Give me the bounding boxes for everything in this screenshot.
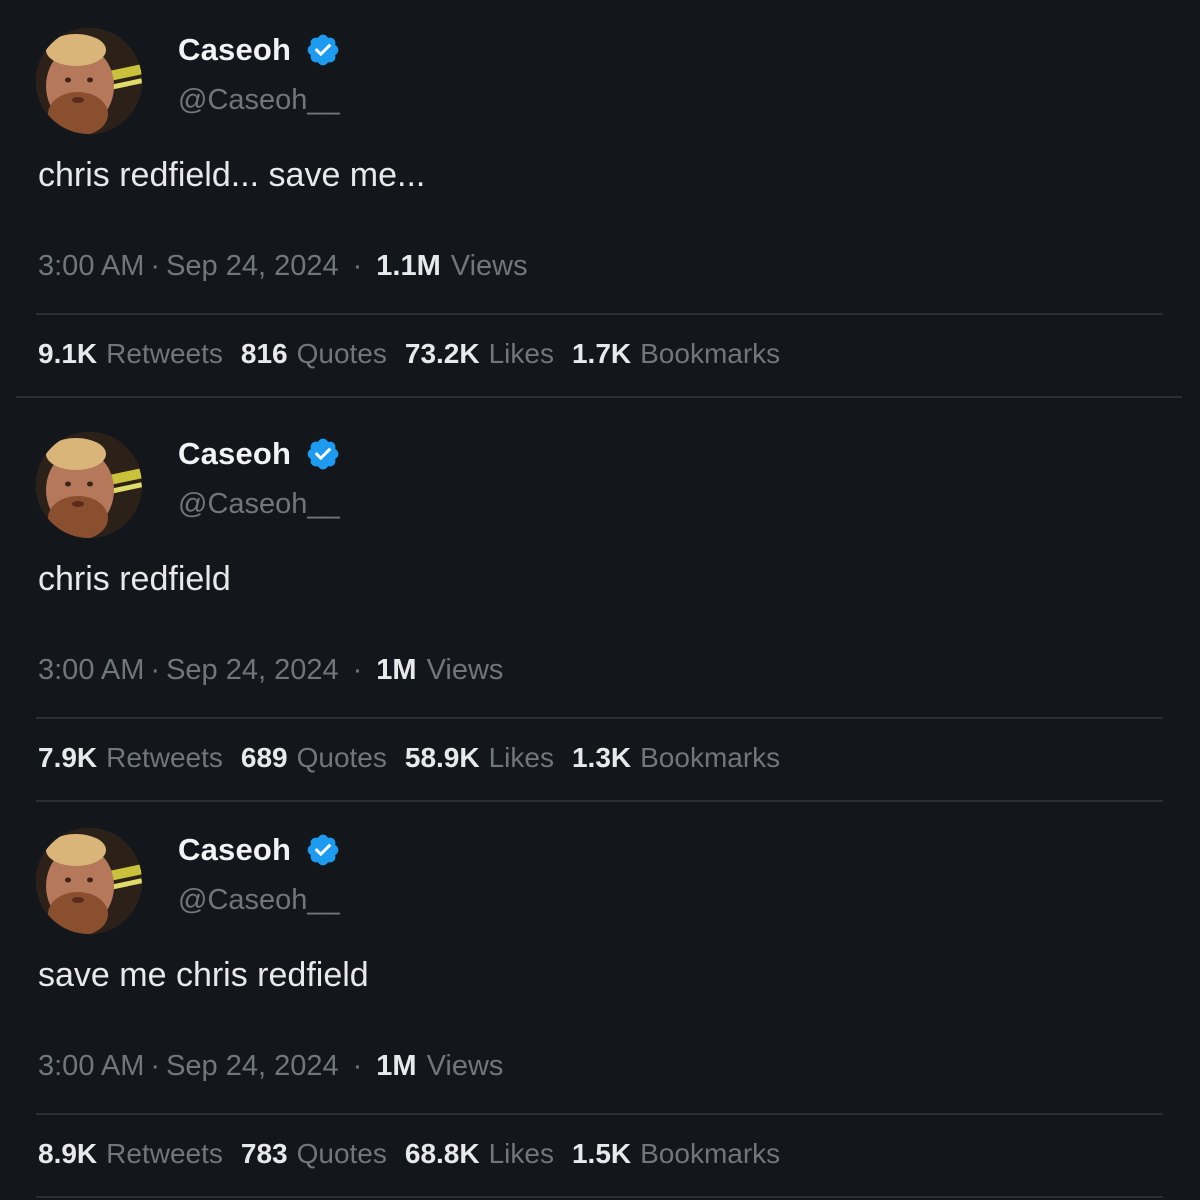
avatar-image — [36, 432, 142, 538]
meta-separator: · — [352, 1050, 363, 1082]
tweet-time[interactable]: 3:00 AM — [38, 1050, 144, 1083]
bookmarks-count: 1.3K — [571, 742, 632, 773]
views-count: 1M — [376, 654, 417, 686]
retweets-stat[interactable]: 9.1K Retweets — [38, 338, 223, 370]
display-name[interactable]: Caseoh — [178, 436, 341, 472]
retweets-stat[interactable]: 7.9K Retweets — [38, 742, 223, 774]
retweets-label: Retweets — [106, 742, 223, 773]
retweets-stat[interactable]: 8.9K Retweets — [38, 1138, 223, 1170]
likes-count: 58.9K — [404, 742, 480, 773]
tweet-text: save me chris redfield — [38, 956, 369, 994]
meta-separator: · — [150, 250, 161, 282]
bookmarks-label: Bookmarks — [640, 742, 781, 773]
handle[interactable]: @Caseoh__ — [178, 488, 340, 521]
views-label: Views — [426, 1050, 504, 1082]
tweet-date[interactable]: Sep 24, 2024 — [166, 654, 339, 687]
retweets-label: Retweets — [106, 338, 223, 369]
tweet-date[interactable]: Sep 24, 2024 — [166, 1050, 339, 1083]
tweet-meta: 3:00 AM · Sep 24, 2024 · 1M Views — [38, 1050, 503, 1083]
handle[interactable]: @Caseoh__ — [178, 884, 340, 917]
views-count: 1M — [376, 1050, 417, 1082]
quotes-count: 689 — [240, 742, 288, 773]
quotes-label: Quotes — [296, 742, 387, 773]
bookmarks-stat[interactable]: 1.3K Bookmarks — [572, 742, 780, 774]
bookmarks-stat[interactable]: 1.7K Bookmarks — [572, 338, 780, 370]
verified-badge-icon — [307, 438, 339, 470]
display-name-text[interactable]: Caseoh — [178, 436, 291, 472]
tweet-date[interactable]: Sep 24, 2024 — [166, 250, 339, 283]
retweets-count: 8.9K — [38, 1138, 98, 1169]
tweet-stats: 8.9K Retweets 783 Quotes 68.8K Likes 1.5K Bo… — [38, 1138, 798, 1170]
display-name-text[interactable]: Caseoh — [178, 832, 291, 868]
likes-label: Likes — [488, 742, 554, 773]
divider — [36, 313, 1163, 315]
tweet-stats: 9.1K Retweets 816 Quotes 73.2K Likes 1.7K Bo… — [38, 338, 798, 370]
bookmarks-label: Bookmarks — [640, 338, 781, 369]
quotes-stat[interactable]: 816 Quotes — [241, 338, 387, 370]
bookmarks-count: 1.7K — [571, 338, 632, 369]
likes-count: 68.8K — [404, 1138, 480, 1169]
verified-badge-icon — [307, 834, 339, 866]
retweets-label: Retweets — [106, 1138, 223, 1169]
quotes-label: Quotes — [296, 1138, 387, 1169]
meta-separator: · — [150, 654, 161, 686]
tweet-time[interactable]: 3:00 AM — [38, 654, 144, 687]
retweets-count: 9.1K — [38, 338, 98, 369]
quotes-count: 783 — [240, 1138, 288, 1169]
tweet-separator — [36, 1196, 1163, 1198]
bookmarks-count: 1.5K — [571, 1138, 632, 1169]
likes-stat[interactable]: 58.9K Likes — [405, 742, 554, 774]
quotes-stat[interactable]: 689 Quotes — [241, 742, 387, 774]
meta-separator: · — [150, 1050, 161, 1082]
tweet-card[interactable]: Caseoh @Caseoh__ chris redfield... save … — [0, 0, 1200, 396]
display-name[interactable]: Caseoh — [178, 32, 341, 68]
tweet-text: chris redfield — [38, 560, 231, 598]
views-count: 1.1M — [376, 250, 441, 282]
meta-separator: · — [352, 654, 363, 686]
bookmarks-label: Bookmarks — [640, 1138, 781, 1169]
avatar-image — [36, 828, 142, 934]
avatar[interactable] — [36, 432, 142, 538]
likes-stat[interactable]: 68.8K Likes — [405, 1138, 554, 1170]
quotes-stat[interactable]: 783 Quotes — [241, 1138, 387, 1170]
tweet-time[interactable]: 3:00 AM — [38, 250, 144, 283]
verified-badge-icon — [307, 34, 339, 66]
avatar[interactable] — [36, 828, 142, 934]
tweet-separator — [16, 396, 1182, 398]
bookmarks-stat[interactable]: 1.5K Bookmarks — [572, 1138, 780, 1170]
likes-label: Likes — [488, 338, 554, 369]
quotes-label: Quotes — [296, 338, 387, 369]
likes-count: 73.2K — [404, 338, 480, 369]
display-name-text[interactable]: Caseoh — [178, 32, 291, 68]
divider — [36, 1113, 1163, 1115]
retweets-count: 7.9K — [38, 742, 98, 773]
views-label: Views — [450, 250, 528, 282]
handle[interactable]: @Caseoh__ — [178, 84, 340, 117]
tweet-text: chris redfield... save me... — [38, 156, 426, 194]
tweet-card[interactable]: Caseoh @Caseoh__ save me chris redfield … — [0, 800, 1200, 1196]
tweet-card[interactable]: Caseoh @Caseoh__ chris redfield 3:00 AM … — [0, 404, 1200, 800]
quotes-count: 816 — [240, 338, 288, 369]
meta-separator: · — [352, 250, 363, 282]
tweet-meta: 3:00 AM · Sep 24, 2024 · 1.1M Views — [38, 250, 528, 283]
likes-label: Likes — [488, 1138, 554, 1169]
tweet-stats: 7.9K Retweets 689 Quotes 58.9K Likes 1.3K Bo… — [38, 742, 798, 774]
tweet-meta: 3:00 AM · Sep 24, 2024 · 1M Views — [38, 654, 503, 687]
avatar[interactable] — [36, 28, 142, 134]
avatar-image — [36, 28, 142, 134]
views-label: Views — [426, 654, 504, 686]
display-name[interactable]: Caseoh — [178, 832, 341, 868]
divider — [36, 717, 1163, 719]
likes-stat[interactable]: 73.2K Likes — [405, 338, 554, 370]
